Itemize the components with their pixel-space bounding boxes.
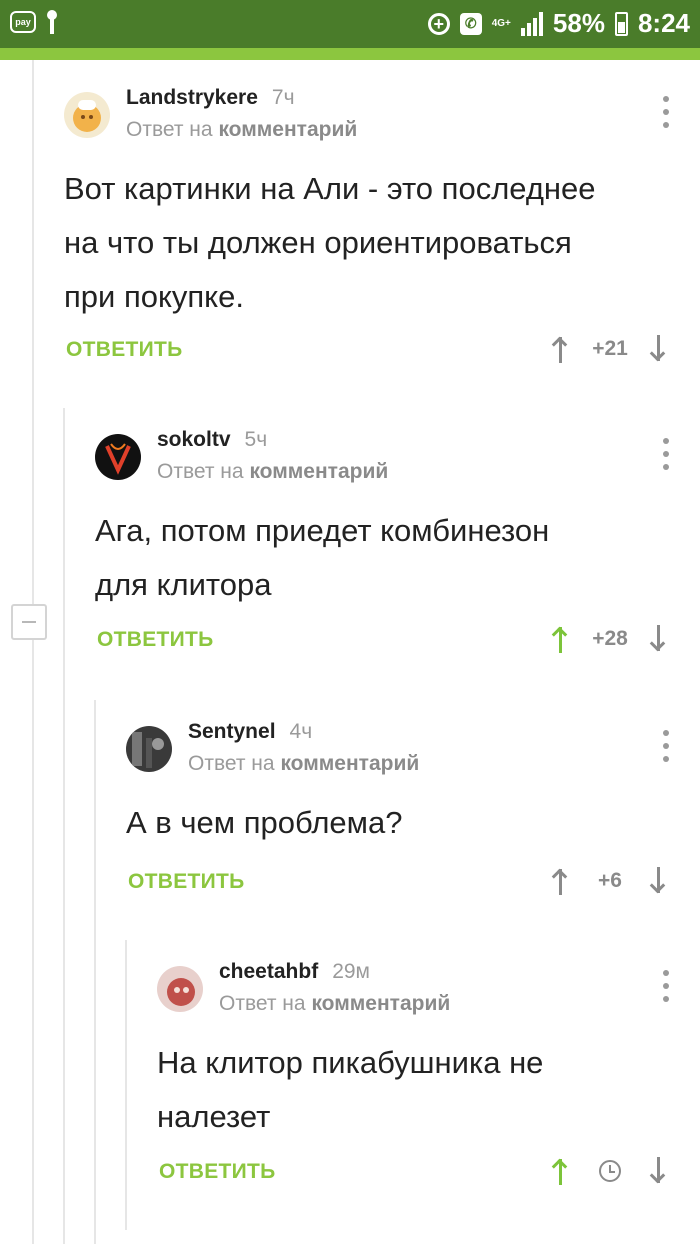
comment-time: 7ч	[271, 86, 295, 109]
reply-button[interactable]: ОТВЕТИТЬ	[97, 628, 214, 652]
downvote-arrow-icon[interactable]	[648, 866, 670, 896]
reply-to-link[interactable]: комментарий	[280, 752, 419, 775]
comment: Sentynel 4ч Ответ на комментарий А в чем …	[126, 720, 670, 916]
data-saver-icon: +	[427, 12, 450, 35]
avatar[interactable]	[95, 434, 141, 480]
reply-button[interactable]: ОТВЕТИТЬ	[159, 1160, 276, 1184]
network-type: 4G+	[491, 17, 511, 29]
battery-icon	[614, 11, 628, 36]
comment: sokoltv 5ч Ответ на комментарий Ага, пото…	[95, 428, 670, 674]
more-options-icon[interactable]	[662, 438, 670, 470]
comment: Landstrykere 7ч Ответ на комментарий Вот …	[64, 86, 670, 372]
key-icon	[46, 10, 58, 34]
comment-text: Вот картинки на Али - это последнее на чт…	[64, 171, 596, 314]
rating: +6	[550, 866, 670, 896]
thread-line	[94, 700, 96, 1244]
more-options-icon[interactable]	[662, 96, 670, 128]
downvote-arrow-icon[interactable]	[648, 1156, 670, 1186]
pay-icon: pay	[10, 11, 36, 33]
comment: cheetahbf 29м Ответ на комментарий На кли…	[157, 960, 670, 1196]
reply-button[interactable]: ОТВЕТИТЬ	[128, 870, 245, 894]
avatar[interactable]	[157, 966, 203, 1012]
call-icon: ✆	[459, 12, 482, 35]
reply-button[interactable]: ОТВЕТИТЬ	[66, 338, 183, 362]
comment-author[interactable]: Landstrykere 7ч	[126, 86, 295, 110]
reply-to: Ответ на комментарий	[126, 118, 358, 141]
thread-line	[32, 60, 34, 1244]
comment-time: 5ч	[244, 428, 268, 451]
signal-icon	[520, 11, 543, 36]
more-options-icon[interactable]	[662, 730, 670, 762]
comment-author[interactable]: cheetahbf 29м	[219, 960, 370, 984]
upvote-arrow-icon[interactable]	[550, 1156, 572, 1186]
upvote-arrow-icon[interactable]	[550, 866, 572, 896]
comment-time: 4ч	[289, 720, 313, 743]
rating-score: +21	[592, 337, 628, 360]
comment-text: На клитор пикабушника не налезет	[157, 1045, 544, 1134]
header-accent-line	[0, 48, 700, 60]
reply-to: Ответ на комментарий	[219, 992, 451, 1015]
status-bar: pay + ✆ 4G+ 58% 8:24	[0, 0, 700, 60]
battery-percent: 58%	[552, 8, 605, 38]
comment-author[interactable]: Sentynel 4ч	[188, 720, 312, 744]
downvote-arrow-icon[interactable]	[648, 624, 670, 654]
rating: +28	[550, 624, 670, 654]
reply-to-link[interactable]: комментарий	[249, 460, 388, 483]
comment-text: А в чем проблема?	[126, 805, 403, 840]
reply-to: Ответ на комментарий	[157, 460, 389, 483]
collapse-thread-button[interactable]	[11, 604, 47, 640]
rating-hidden-clock-icon	[572, 1160, 648, 1182]
avatar[interactable]	[126, 726, 172, 772]
upvote-arrow-icon[interactable]	[550, 334, 572, 364]
comment-text: Ага, потом приедет комбинезон для клитора	[95, 513, 550, 602]
rating-score: +28	[592, 627, 628, 650]
downvote-arrow-icon[interactable]	[648, 334, 670, 364]
thread-line	[125, 940, 127, 1230]
reply-to-link[interactable]: комментарий	[311, 992, 450, 1015]
comment-author[interactable]: sokoltv 5ч	[157, 428, 267, 452]
reply-to: Ответ на комментарий	[188, 752, 420, 775]
clock-time: 8:24	[637, 8, 690, 38]
rating	[550, 1156, 670, 1186]
upvote-arrow-icon[interactable]	[550, 624, 572, 654]
more-options-icon[interactable]	[662, 970, 670, 1002]
rating-score: +6	[598, 869, 622, 892]
avatar[interactable]	[64, 92, 110, 138]
thread-line	[63, 408, 65, 1244]
rating: +21	[550, 334, 670, 364]
reply-to-link[interactable]: комментарий	[218, 118, 357, 141]
comment-time: 29м	[332, 960, 370, 983]
